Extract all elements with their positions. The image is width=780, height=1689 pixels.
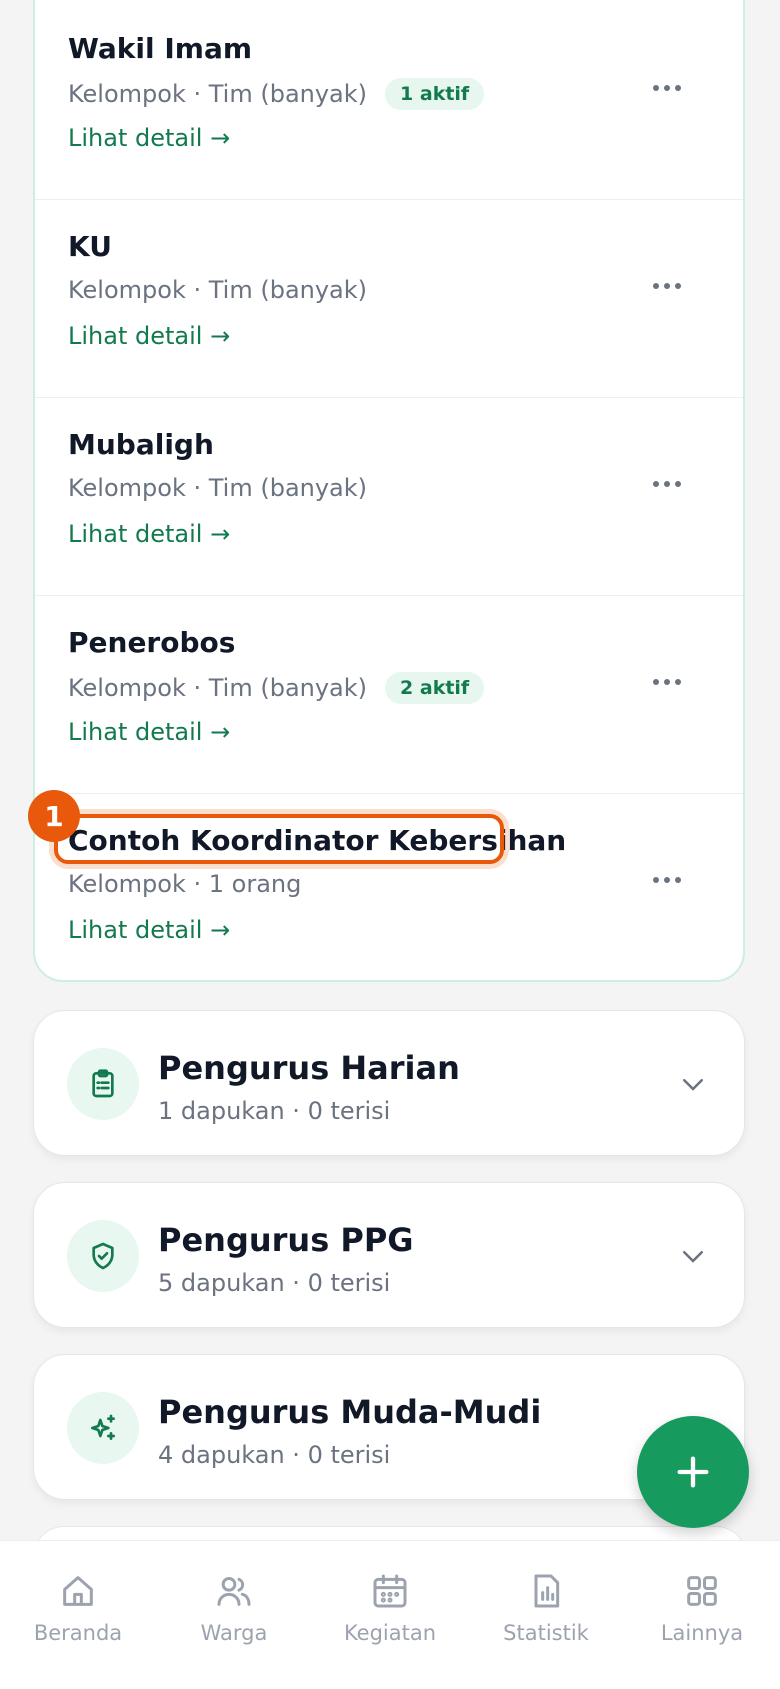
home-icon xyxy=(63,1576,93,1606)
calendar-icon xyxy=(373,1574,407,1608)
view-detail-link[interactable]: Lihat detail → xyxy=(68,520,230,548)
clipboard-icon xyxy=(67,1048,139,1120)
list-item[interactable]: Wakil Imam Kelompok · Tim (banyak) 1 akt… xyxy=(35,2,743,200)
add-button[interactable] xyxy=(637,1416,749,1528)
item-meta: Kelompok · Tim (banyak) xyxy=(68,474,367,502)
more-options-icon[interactable] xyxy=(643,658,691,706)
item-meta-text: Kelompok · Tim (banyak) xyxy=(68,80,368,108)
section-subtitle: 4 dapukan · 0 terisi xyxy=(158,1441,391,1469)
more-options-icon[interactable] xyxy=(643,64,691,112)
highlight-box xyxy=(54,814,504,864)
nav-label: Beranda xyxy=(33,1621,123,1645)
nav-label: Kegiatan xyxy=(343,1621,437,1645)
status-badge: 1 aktif xyxy=(385,78,485,110)
section-subtitle: 1 dapukan · 0 terisi xyxy=(158,1097,391,1125)
more-options-icon[interactable] xyxy=(643,460,691,508)
nav-label: Warga xyxy=(200,1621,268,1645)
view-detail-link[interactable]: Lihat detail → xyxy=(68,322,230,350)
item-meta-text: Kelompok · Tim (banyak) xyxy=(68,474,368,502)
item-meta-text: Kelompok · Tim (banyak) xyxy=(68,674,368,702)
nav-label: Statistik xyxy=(503,1621,589,1645)
nav-item-warga[interactable]: Warga xyxy=(156,1541,312,1689)
nav-item-beranda[interactable]: Beranda xyxy=(0,1541,156,1689)
item-meta: Kelompok · Tim (banyak) 1 aktif xyxy=(68,78,485,110)
list-item[interactable]: Penerobos Kelompok · Tim (banyak) 2 akti… xyxy=(35,596,743,794)
status-badge: 2 aktif xyxy=(385,672,485,704)
bottom-nav: Beranda Warga Kegiatan Statistik Lainnya xyxy=(0,1540,780,1689)
section-pengurus-ppg[interactable]: Pengurus PPG 5 dapukan · 0 terisi xyxy=(33,1182,745,1328)
list-item[interactable]: KU Kelompok · Tim (banyak) Lihat detail … xyxy=(35,200,743,398)
item-name: KU xyxy=(68,230,112,263)
chevron-down-icon[interactable] xyxy=(678,1241,708,1271)
nav-label: Lainnya xyxy=(660,1621,744,1645)
item-meta: Kelompok · Tim (banyak) 2 aktif xyxy=(68,672,485,704)
nav-item-statistik[interactable]: Statistik xyxy=(468,1541,624,1689)
nav-item-lainnya[interactable]: Lainnya xyxy=(624,1541,780,1689)
shield-check-icon xyxy=(67,1220,139,1292)
step-marker: 1 xyxy=(28,790,80,842)
section-subtitle: 5 dapukan · 0 terisi xyxy=(158,1269,391,1297)
view-detail-link[interactable]: Lihat detail → xyxy=(68,718,230,746)
item-name: Mubaligh xyxy=(68,428,214,461)
list-item[interactable]: Mubaligh Kelompok · Tim (banyak) Lihat d… xyxy=(35,398,743,596)
users-icon xyxy=(217,1577,251,1606)
section-title: Pengurus PPG xyxy=(158,1221,414,1259)
plus-icon xyxy=(677,1456,709,1488)
section-pengurus-harian[interactable]: Pengurus Harian 1 dapukan · 0 terisi xyxy=(33,1010,745,1156)
section-title: Pengurus Muda-Mudi xyxy=(158,1393,542,1431)
item-name: Penerobos xyxy=(68,626,236,659)
nav-item-kegiatan[interactable]: Kegiatan xyxy=(312,1541,468,1689)
view-detail-link[interactable]: Lihat detail → xyxy=(68,916,230,944)
grid-icon xyxy=(687,1576,717,1606)
item-meta-text: Kelompok · Tim (banyak) xyxy=(68,276,368,304)
more-options-icon[interactable] xyxy=(643,856,691,904)
section-title: Pengurus Harian xyxy=(158,1049,460,1087)
chevron-down-icon[interactable] xyxy=(678,1069,708,1099)
item-meta: Kelompok · 1 orang xyxy=(68,870,301,898)
item-name: Wakil Imam xyxy=(68,32,253,65)
more-options-icon[interactable] xyxy=(643,262,691,310)
item-meta: Kelompok · Tim (banyak) xyxy=(68,276,367,304)
item-meta-text: Kelompok · 1 orang xyxy=(68,870,302,898)
chart-icon xyxy=(534,1574,560,1608)
view-detail-link[interactable]: Lihat detail → xyxy=(68,124,230,152)
sparkles-icon xyxy=(67,1392,139,1464)
